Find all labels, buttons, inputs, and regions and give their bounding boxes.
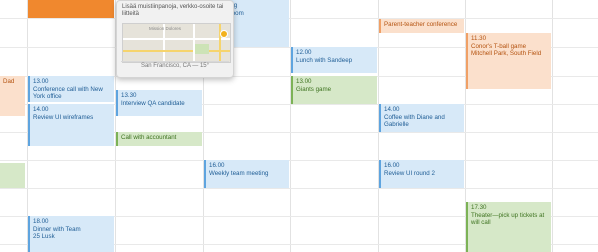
event-time: 13.30 [121, 92, 137, 99]
event-detail-popover: Lisää muistiinpanoja, verkko-osoite tai … [116, 0, 234, 78]
hour-line [0, 160, 598, 161]
location-pin-icon [220, 30, 228, 38]
event-theater[interactable]: 17.30 Theater—pick up tickets at will ca… [466, 202, 551, 252]
event-time: 12.00 [296, 49, 312, 56]
event-time: 14.00 [33, 106, 49, 113]
event-title: Giants game [296, 85, 332, 93]
location-map[interactable]: Mission Dolores [122, 23, 231, 63]
event-partial[interactable]: Dad [0, 76, 25, 116]
event-review-ui[interactable]: 14.00 Review UI wireframes [28, 104, 114, 146]
event-title: Coffee with Diane and Gabrielle [384, 113, 445, 129]
event-location: Mitchell Park, South Field [471, 50, 542, 58]
event-partial-green[interactable] [0, 163, 25, 188]
event-dinner[interactable]: 18.00 Dinner with Team 25 Lusk [28, 216, 114, 252]
event-lunch[interactable]: 12.00 Lunch with Sandeep [291, 47, 377, 73]
event-title: Lunch with Sandeep [296, 56, 353, 64]
hour-line [0, 188, 598, 189]
event-title: Theater—pick up tickets at will call [471, 211, 545, 227]
location-weather: San Francisco, CA — 15° [140, 63, 210, 69]
map-label: Mission Dolores [149, 26, 182, 31]
event-title: Weekly team meeting [209, 169, 269, 177]
event-title: Conference call with New York office [33, 85, 103, 101]
event-interview[interactable]: 13.30 Interview QA candidate [116, 90, 202, 116]
event-title: Call with accountant [121, 134, 177, 141]
event-conference-call[interactable]: 13.00 Conference call with New York offi… [28, 76, 114, 102]
event-time: 14.00 [384, 106, 400, 113]
event-time: 18.00 [33, 218, 49, 225]
event-title: Review UI wireframes [33, 113, 94, 121]
event-title: Conor's T-ball game [471, 42, 527, 50]
hour-line [0, 18, 598, 19]
event-review-ui-2[interactable]: 16.00 Review UI round 2 [379, 160, 464, 188]
event-conor-tball[interactable]: 11.30 Conor's T-ball game Mitchell Park,… [466, 33, 551, 89]
event-time: 13.00 [33, 78, 49, 85]
map-road [219, 24, 221, 62]
map-road [193, 24, 195, 62]
event-weekly-meeting[interactable]: 16.00 Weekly team meeting [204, 160, 289, 188]
event-call-accountant[interactable]: Call with accountant [116, 132, 202, 146]
divider [121, 61, 229, 62]
event-time: 11.30 [471, 35, 487, 42]
event-location: 25 Lusk [33, 233, 55, 241]
event-time: 17.30 [471, 204, 487, 211]
event-coffee[interactable]: 14.00 Coffee with Diane and Gabrielle [379, 104, 464, 132]
event-time: 13.00 [296, 78, 312, 85]
event-time: 16.00 [384, 162, 400, 169]
notes-field[interactable]: Lisää muistiinpanoja, verkko-osoite tai … [122, 4, 228, 19]
map-park [195, 44, 209, 54]
map-road [123, 50, 230, 52]
event-time: 16.00 [209, 162, 225, 169]
event-title: Parent-teacher conference [384, 21, 458, 28]
day-divider [290, 0, 291, 252]
event-parent-teacher[interactable]: Parent-teacher conference [379, 19, 464, 33]
day-divider [552, 0, 553, 252]
event-title: Review UI round 2 [384, 169, 435, 177]
map-road [123, 38, 230, 40]
event-title: Interview QA candidate [121, 99, 185, 107]
event-title: Dinner with Team [33, 225, 81, 233]
event-orange-block[interactable] [28, 0, 114, 18]
event-title: Dad [3, 78, 15, 85]
event-giants[interactable]: 13.00 Giants game [291, 76, 377, 104]
